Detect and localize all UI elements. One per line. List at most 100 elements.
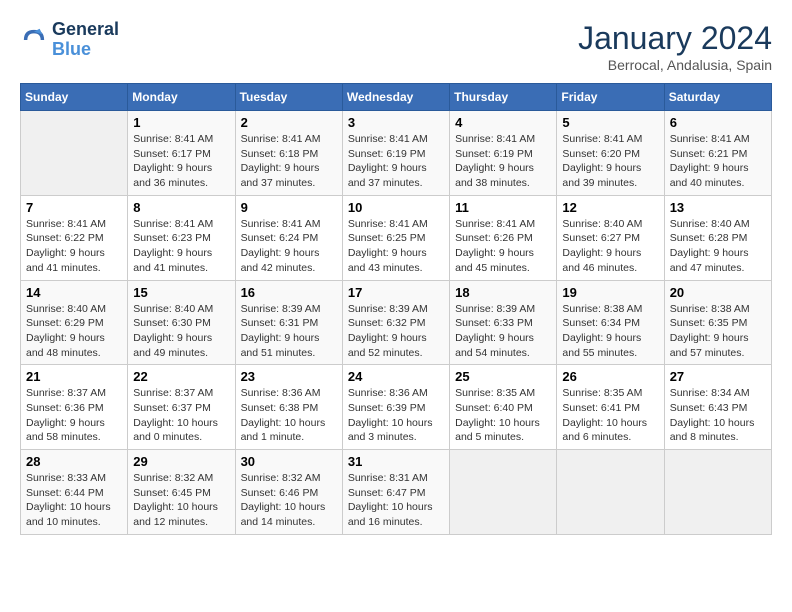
- day-cell-15: 15Sunrise: 8:40 AMSunset: 6:30 PMDayligh…: [128, 280, 235, 365]
- day-cell-23: 23Sunrise: 8:36 AMSunset: 6:38 PMDayligh…: [235, 365, 342, 450]
- day-number: 3: [348, 115, 444, 130]
- day-info: Sunrise: 8:40 AMSunset: 6:29 PMDaylight:…: [26, 302, 122, 361]
- week-row-4: 21 Sunrise: 8:37 AMSunset: 6:36 PMDayligh…: [21, 365, 772, 450]
- day-number: 19: [562, 285, 658, 300]
- day-cell-14: 14 Sunrise: 8:40 AMSunset: 6:29 PMDayligh…: [21, 280, 128, 365]
- day-cell-11: 11 Sunrise: 8:41 AMSunset: 6:26 PMDayligh…: [450, 195, 557, 280]
- day-info: Sunrise: 8:31 AMSunset: 6:47 PMDaylight:…: [348, 471, 444, 530]
- day-number: 27: [670, 369, 766, 384]
- week-row-3: 14 Sunrise: 8:40 AMSunset: 6:29 PMDayligh…: [21, 280, 772, 365]
- day-number: 26: [562, 369, 658, 384]
- day-cell-25: 25Sunrise: 8:35 AMSunset: 6:40 PMDayligh…: [450, 365, 557, 450]
- day-info: Sunrise: 8:41 AMSunset: 6:24 PMDaylight:…: [241, 217, 337, 276]
- empty-cell: [664, 450, 771, 535]
- day-info: Sunrise: 8:38 AMSunset: 6:34 PMDaylight:…: [562, 302, 658, 361]
- day-info: Sunrise: 8:41 AMSunset: 6:25 PMDaylight:…: [348, 217, 444, 276]
- day-header-monday: Monday: [128, 84, 235, 111]
- logo-icon: [20, 26, 48, 54]
- day-number: 21: [26, 369, 122, 384]
- day-cell-5: 5 Sunrise: 8:41 AMSunset: 6:20 PMDaylight…: [557, 111, 664, 196]
- week-row-5: 28 Sunrise: 8:33 AMSunset: 6:44 PMDayligh…: [21, 450, 772, 535]
- day-number: 13: [670, 200, 766, 215]
- day-cell-28: 28 Sunrise: 8:33 AMSunset: 6:44 PMDayligh…: [21, 450, 128, 535]
- week-row-2: 7Sunrise: 8:41 AMSunset: 6:22 PMDaylight…: [21, 195, 772, 280]
- day-info: Sunrise: 8:37 AMSunset: 6:37 PMDaylight:…: [133, 386, 229, 445]
- calendar-header-row: SundayMondayTuesdayWednesdayThursdayFrid…: [21, 84, 772, 111]
- empty-cell: [21, 111, 128, 196]
- day-info: Sunrise: 8:40 AMSunset: 6:28 PMDaylight:…: [670, 217, 766, 276]
- day-number: 24: [348, 369, 444, 384]
- day-cell-19: 19 Sunrise: 8:38 AMSunset: 6:34 PMDayligh…: [557, 280, 664, 365]
- day-cell-21: 21 Sunrise: 8:37 AMSunset: 6:36 PMDayligh…: [21, 365, 128, 450]
- day-cell-27: 27 Sunrise: 8:34 AMSunset: 6:43 PMDayligh…: [664, 365, 771, 450]
- day-number: 16: [241, 285, 337, 300]
- day-info: Sunrise: 8:34 AMSunset: 6:43 PMDaylight:…: [670, 386, 766, 445]
- day-cell-30: 30Sunrise: 8:32 AMSunset: 6:46 PMDayligh…: [235, 450, 342, 535]
- day-info: Sunrise: 8:37 AMSunset: 6:36 PMDaylight:…: [26, 386, 122, 445]
- day-info: Sunrise: 8:41 AMSunset: 6:17 PMDaylight:…: [133, 132, 229, 191]
- day-cell-31: 31 Sunrise: 8:31 AMSunset: 6:47 PMDayligh…: [342, 450, 449, 535]
- day-info: Sunrise: 8:35 AMSunset: 6:41 PMDaylight:…: [562, 386, 658, 445]
- day-number: 28: [26, 454, 122, 469]
- day-info: Sunrise: 8:35 AMSunset: 6:40 PMDaylight:…: [455, 386, 551, 445]
- day-cell-24: 24Sunrise: 8:36 AMSunset: 6:39 PMDayligh…: [342, 365, 449, 450]
- day-number: 18: [455, 285, 551, 300]
- calendar-table: SundayMondayTuesdayWednesdayThursdayFrid…: [20, 83, 772, 535]
- day-info: Sunrise: 8:39 AMSunset: 6:33 PMDaylight:…: [455, 302, 551, 361]
- day-header-saturday: Saturday: [664, 84, 771, 111]
- day-cell-9: 9 Sunrise: 8:41 AMSunset: 6:24 PMDaylight…: [235, 195, 342, 280]
- day-number: 10: [348, 200, 444, 215]
- day-number: 23: [241, 369, 337, 384]
- day-number: 22: [133, 369, 229, 384]
- day-info: Sunrise: 8:41 AMSunset: 6:26 PMDaylight:…: [455, 217, 551, 276]
- day-cell-16: 16Sunrise: 8:39 AMSunset: 6:31 PMDayligh…: [235, 280, 342, 365]
- day-info: Sunrise: 8:41 AMSunset: 6:20 PMDaylight:…: [562, 132, 658, 191]
- day-info: Sunrise: 8:41 AMSunset: 6:19 PMDaylight:…: [348, 132, 444, 191]
- day-number: 2: [241, 115, 337, 130]
- week-row-1: 1 Sunrise: 8:41 AMSunset: 6:17 PMDaylight…: [21, 111, 772, 196]
- day-number: 9: [241, 200, 337, 215]
- title-block: January 2024 Berrocal, Andalusia, Spain: [578, 20, 772, 73]
- calendar-body: 1 Sunrise: 8:41 AMSunset: 6:17 PMDaylight…: [21, 111, 772, 535]
- day-info: Sunrise: 8:33 AMSunset: 6:44 PMDaylight:…: [26, 471, 122, 530]
- day-number: 8: [133, 200, 229, 215]
- day-cell-1: 1 Sunrise: 8:41 AMSunset: 6:17 PMDaylight…: [128, 111, 235, 196]
- day-number: 17: [348, 285, 444, 300]
- day-cell-18: 18 Sunrise: 8:39 AMSunset: 6:33 PMDayligh…: [450, 280, 557, 365]
- day-cell-7: 7Sunrise: 8:41 AMSunset: 6:22 PMDaylight…: [21, 195, 128, 280]
- day-header-thursday: Thursday: [450, 84, 557, 111]
- day-number: 12: [562, 200, 658, 215]
- day-number: 1: [133, 115, 229, 130]
- day-info: Sunrise: 8:39 AMSunset: 6:32 PMDaylight:…: [348, 302, 444, 361]
- day-cell-6: 6Sunrise: 8:41 AMSunset: 6:21 PMDaylight…: [664, 111, 771, 196]
- day-number: 20: [670, 285, 766, 300]
- day-cell-29: 29Sunrise: 8:32 AMSunset: 6:45 PMDayligh…: [128, 450, 235, 535]
- day-number: 31: [348, 454, 444, 469]
- day-number: 4: [455, 115, 551, 130]
- day-cell-26: 26 Sunrise: 8:35 AMSunset: 6:41 PMDayligh…: [557, 365, 664, 450]
- day-header-wednesday: Wednesday: [342, 84, 449, 111]
- day-header-tuesday: Tuesday: [235, 84, 342, 111]
- day-number: 7: [26, 200, 122, 215]
- day-header-sunday: Sunday: [21, 84, 128, 111]
- day-info: Sunrise: 8:41 AMSunset: 6:23 PMDaylight:…: [133, 217, 229, 276]
- day-cell-2: 2Sunrise: 8:41 AMSunset: 6:18 PMDaylight…: [235, 111, 342, 196]
- day-number: 14: [26, 285, 122, 300]
- day-info: Sunrise: 8:32 AMSunset: 6:46 PMDaylight:…: [241, 471, 337, 530]
- day-cell-17: 17 Sunrise: 8:39 AMSunset: 6:32 PMDayligh…: [342, 280, 449, 365]
- day-info: Sunrise: 8:40 AMSunset: 6:27 PMDaylight:…: [562, 217, 658, 276]
- day-cell-10: 10 Sunrise: 8:41 AMSunset: 6:25 PMDayligh…: [342, 195, 449, 280]
- day-info: Sunrise: 8:38 AMSunset: 6:35 PMDaylight:…: [670, 302, 766, 361]
- location-subtitle: Berrocal, Andalusia, Spain: [578, 57, 772, 73]
- month-title: January 2024: [578, 20, 772, 57]
- day-number: 11: [455, 200, 551, 215]
- page-header: General Blue January 2024 Berrocal, Anda…: [20, 20, 772, 73]
- day-cell-3: 3 Sunrise: 8:41 AMSunset: 6:19 PMDaylight…: [342, 111, 449, 196]
- day-cell-13: 13 Sunrise: 8:40 AMSunset: 6:28 PMDayligh…: [664, 195, 771, 280]
- day-cell-20: 20 Sunrise: 8:38 AMSunset: 6:35 PMDayligh…: [664, 280, 771, 365]
- logo-text: General Blue: [52, 20, 119, 60]
- day-cell-4: 4 Sunrise: 8:41 AMSunset: 6:19 PMDaylight…: [450, 111, 557, 196]
- day-number: 5: [562, 115, 658, 130]
- day-info: Sunrise: 8:41 AMSunset: 6:19 PMDaylight:…: [455, 132, 551, 191]
- empty-cell: [450, 450, 557, 535]
